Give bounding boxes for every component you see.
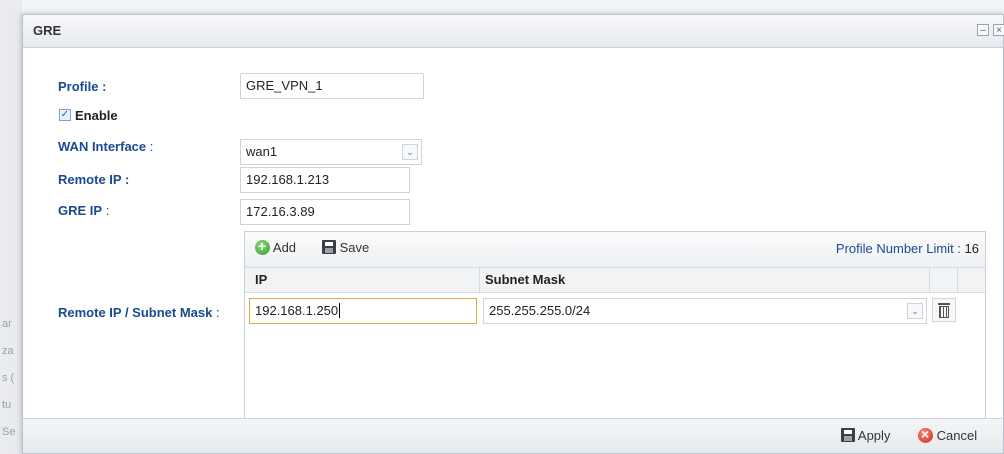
gre-dialog: GRE – × Profile : GRE_VPN_1 ✓ Enable WAN…: [22, 14, 1004, 454]
table-header: IP Subnet Mask: [245, 268, 985, 293]
apply-icon: [841, 428, 855, 442]
enable-checkbox[interactable]: ✓: [59, 109, 71, 121]
delete-row-button[interactable]: [932, 298, 956, 322]
cancel-icon: [918, 426, 933, 443]
row-subnet-mask-value: 255.255.255.0/24: [489, 303, 591, 318]
chevron-down-icon[interactable]: ⌄: [907, 303, 923, 319]
dialog-titlebar: GRE – ×: [23, 15, 1004, 48]
wan-interface-value: wan1: [246, 144, 278, 159]
wan-interface-colon: :: [146, 139, 154, 154]
column-divider: [957, 268, 958, 292]
add-icon: [255, 238, 270, 255]
wan-interface-label: WAN Interface :: [58, 139, 153, 154]
text-cursor: [339, 303, 341, 318]
save-button-label: Save: [339, 240, 370, 255]
remote-subnet-table: Add Save Profile Number Limit : 16 IP Su…: [244, 231, 986, 421]
save-button[interactable]: Save: [322, 240, 369, 255]
minimize-button[interactable]: –: [977, 24, 989, 36]
background-text: Se: [2, 426, 16, 438]
save-icon: [322, 240, 336, 254]
remote-ip-input[interactable]: 192.168.1.213: [240, 167, 410, 193]
dialog-footer: Apply Cancel: [23, 418, 1003, 453]
add-button[interactable]: Add: [255, 238, 297, 255]
remote-subnet-label: Remote IP / Subnet Mask :: [58, 305, 220, 320]
dialog-title: GRE: [33, 23, 62, 38]
cancel-button-label: Cancel: [936, 428, 978, 443]
apply-button[interactable]: Apply: [841, 428, 890, 443]
column-divider: [479, 268, 480, 292]
close-button[interactable]: ×: [993, 24, 1004, 36]
remote-subnet-colon: :: [212, 305, 220, 320]
column-divider: [929, 268, 930, 292]
background-sidebar: ar za s ( tu Se: [0, 0, 22, 454]
enable-label: Enable: [75, 108, 118, 123]
background-text: za: [2, 345, 14, 357]
apply-button-label: Apply: [857, 428, 891, 443]
row-ip-value: 192.168.1.250: [255, 303, 339, 318]
background-text: s (: [2, 372, 15, 384]
remote-subnet-label-text: Remote IP / Subnet Mask: [58, 305, 213, 320]
add-button-label: Add: [272, 240, 297, 255]
profile-number-limit-value: 16: [964, 241, 979, 256]
profile-input[interactable]: GRE_VPN_1: [240, 73, 424, 99]
gre-ip-colon: :: [102, 203, 110, 218]
chevron-down-icon[interactable]: ⌄: [402, 144, 418, 160]
table-toolbar: Add Save Profile Number Limit : 16: [245, 232, 985, 268]
gre-ip-input[interactable]: 172.16.3.89: [240, 199, 410, 225]
remote-ip-label: Remote IP :: [58, 172, 130, 187]
wan-interface-select[interactable]: wan1 ⌄: [240, 139, 422, 165]
cancel-button[interactable]: Cancel: [918, 426, 978, 443]
row-ip-input[interactable]: 192.168.1.250: [249, 298, 477, 324]
background-text: tu: [2, 399, 12, 411]
trash-icon-body: [939, 306, 949, 318]
gre-ip-label-text: GRE IP: [58, 203, 103, 218]
column-header-ip: IP: [255, 272, 268, 287]
row-subnet-mask-select[interactable]: 255.255.255.0/24 ⌄: [483, 298, 927, 324]
profile-number-limit-label: Profile Number Limit :: [835, 241, 961, 256]
background-text: ar: [2, 318, 12, 330]
column-header-subnet-mask: Subnet Mask: [485, 272, 566, 287]
gre-ip-label: GRE IP :: [58, 203, 109, 218]
profile-label: Profile :: [58, 79, 107, 94]
profile-number-limit: Profile Number Limit : 16: [836, 241, 979, 256]
wan-interface-label-text: WAN Interface: [58, 139, 147, 154]
trash-icon: [938, 303, 950, 305]
